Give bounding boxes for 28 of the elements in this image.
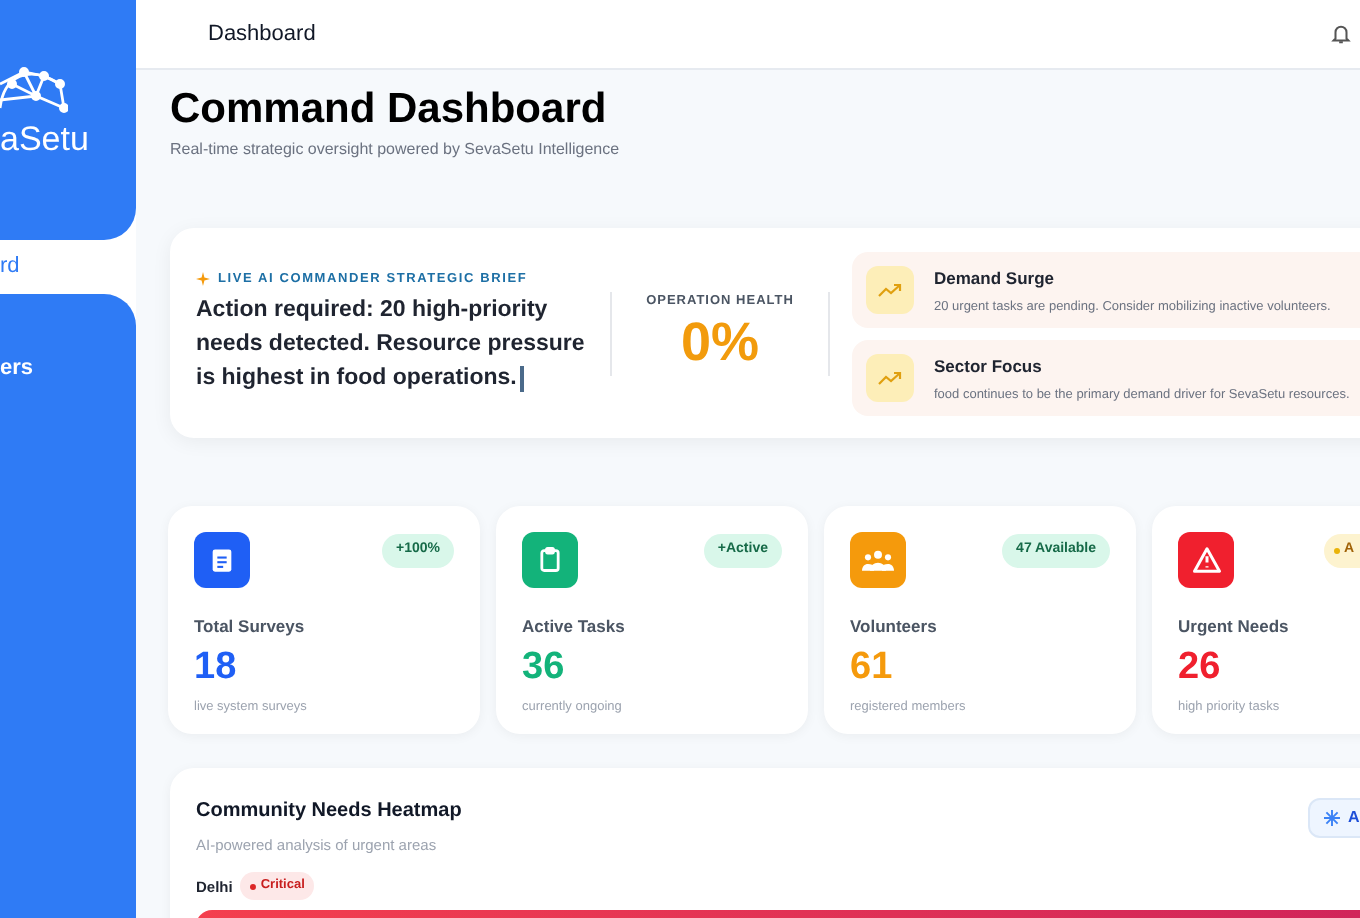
page-title: Command Dashboard (170, 86, 609, 134)
stat-value: 18 (194, 643, 239, 692)
stat-label: Active Tasks (522, 614, 627, 640)
clipboard-icon (536, 546, 564, 574)
stat-value: 26 (1178, 643, 1223, 692)
insight-title: Demand Surge (934, 265, 1056, 291)
warning-icon (1191, 546, 1221, 574)
trend-icon (866, 353, 914, 401)
stat-label: Total Surveys (194, 614, 307, 640)
header-title: Dashboard (208, 19, 316, 50)
stat-label: Urgent Needs (1178, 614, 1291, 640)
bell-icon[interactable] (1330, 22, 1352, 46)
insight-title: Sector Focus (934, 353, 1044, 379)
brand-name: aSetu (0, 120, 91, 160)
people-icon (862, 548, 894, 572)
stat-label: Volunteers (850, 614, 939, 640)
page-subtitle: Real-time strategic oversight powered by SevaSetu Intelligence (170, 138, 622, 162)
nav-item[interactable]: ers (0, 294, 136, 442)
sparkle-icon (196, 272, 210, 286)
document-icon (208, 546, 236, 574)
snowflake-icon (1324, 810, 1340, 826)
health-value: 0% (680, 310, 760, 375)
stat-value: 61 (850, 643, 895, 692)
trend-icon (866, 265, 914, 313)
brief-text: Action required: 20 high-priority needs detected. Resource pressure is highest in food operations. (196, 296, 586, 396)
ai-button[interactable]: A (1308, 798, 1360, 838)
heatmap-title: Community Needs Heatmap (196, 798, 462, 826)
stat-value: 36 (522, 643, 567, 692)
